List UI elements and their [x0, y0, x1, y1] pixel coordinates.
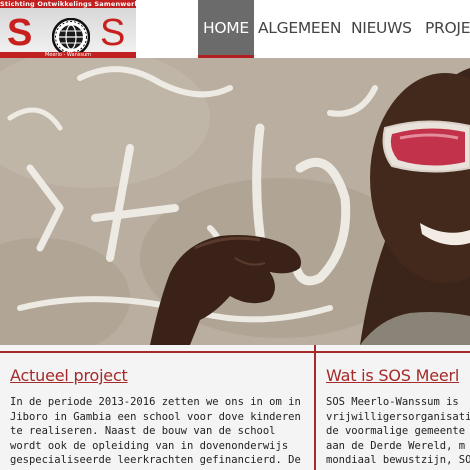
logo-band: S S	[0, 8, 136, 56]
text-line: mondiaal bewustzijn, SO	[326, 454, 470, 466]
text-line: In de periode 2013-2016 zetten we ons in…	[10, 396, 301, 408]
logo-letter-left: S	[7, 12, 33, 54]
site-logo[interactable]: Stichting Ontwikkelings Samenwerking S S…	[0, 0, 136, 58]
current-project-section: Actueel project In de periode 2013-2016 …	[10, 353, 306, 468]
nav-item-nieuws[interactable]: NIEUWS	[351, 0, 412, 58]
nav-item-algemeen[interactable]: ALGEMEEN	[258, 0, 342, 58]
text-line: SOS Meerlo-Wanssum is	[326, 396, 459, 408]
text-line: wordt ook de opleiding van in dovenonder…	[10, 439, 289, 452]
nav-item-home[interactable]: HOME	[198, 0, 254, 58]
logo-letter-right: S	[100, 12, 126, 54]
about-text: SOS Meerlo-Wanssum is vrijwilligersorgan…	[326, 395, 470, 468]
text-line: aan de Derde Wereld, m	[326, 439, 466, 452]
current-project-text: In de periode 2013-2016 zetten we ons in…	[10, 395, 306, 468]
text-line: Jiboro in Gambia een school voor dove ki…	[10, 410, 301, 423]
site-header: Stichting Ontwikkelings Samenwerking S S…	[0, 0, 470, 58]
current-project-title[interactable]: Actueel project	[10, 353, 306, 385]
column-divider	[314, 345, 316, 470]
logo-top-text: Stichting Ontwikkelings Samenwerking	[0, 0, 136, 8]
text-line: te realiseren. Naast de bouw van de scho…	[10, 425, 276, 437]
text-line: de voormalige gemeente	[326, 425, 466, 437]
about-section: Wat is SOS Meerl SOS Meerlo-Wanssum is v…	[326, 353, 470, 468]
text-line: gespecialiseerde leerkrachten gefinancie…	[10, 454, 301, 466]
hero-illustration	[0, 58, 470, 345]
globe-emblem-icon	[52, 18, 90, 56]
about-title[interactable]: Wat is SOS Meerl	[326, 353, 470, 385]
nav-item-projecten[interactable]: PROJE	[425, 0, 470, 58]
text-line: vrijwilligersorganisatie d	[326, 410, 470, 423]
hero-photo	[0, 58, 470, 345]
